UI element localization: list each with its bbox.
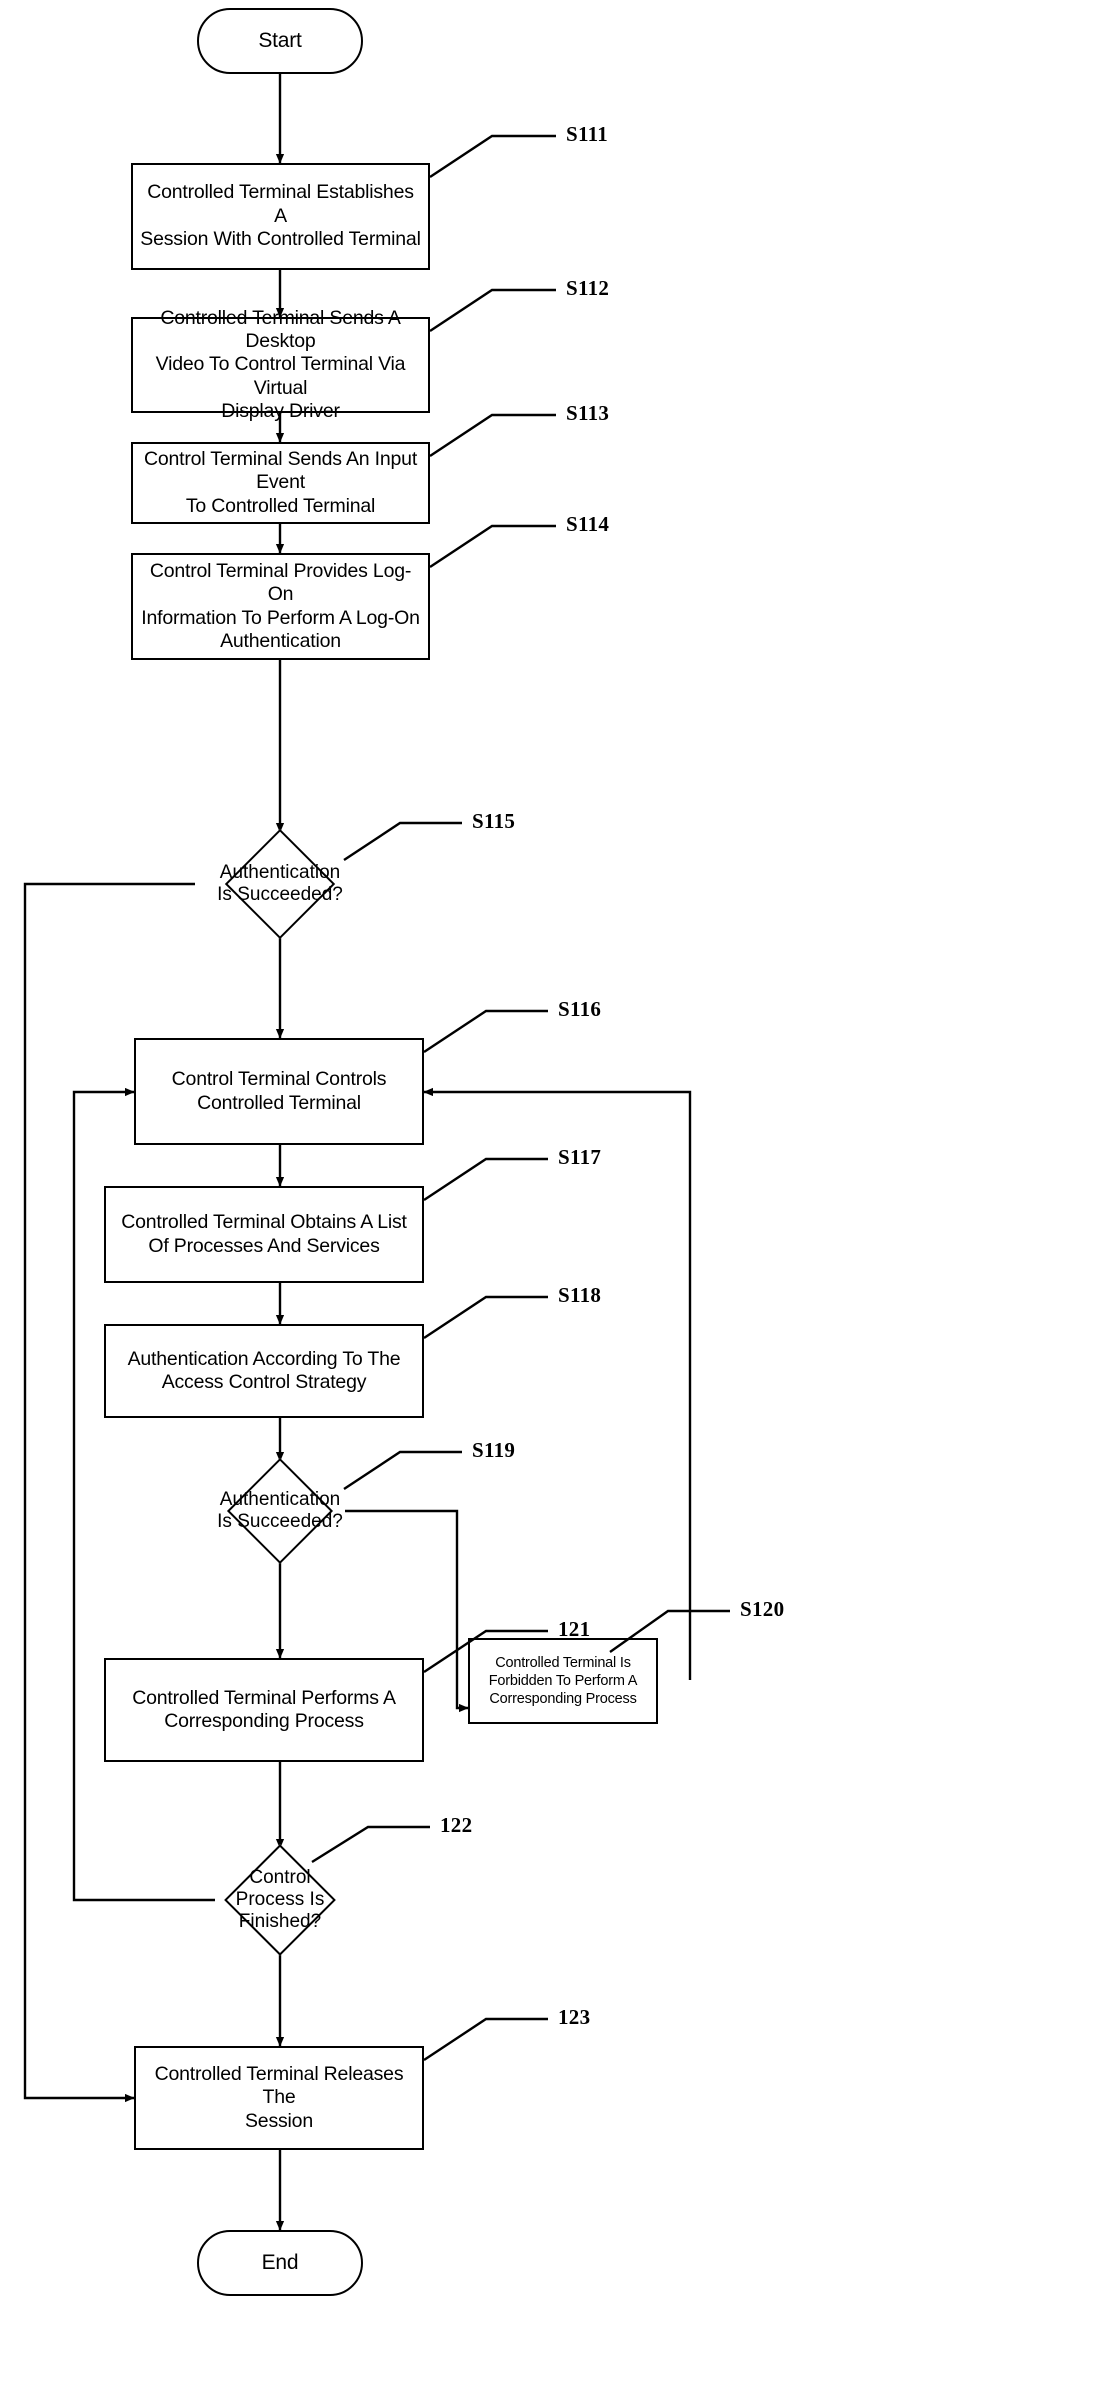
callout-s117: S117 xyxy=(558,1145,602,1169)
callout-s115: S115 xyxy=(472,809,516,833)
callout-s119: S119 xyxy=(472,1438,516,1462)
flowchart-canvas: Start End Controlled Terminal Establishe… xyxy=(0,0,1111,2386)
callout-s114: S114 xyxy=(566,512,610,536)
callout-s118: S118 xyxy=(558,1283,602,1307)
callout-121: 121 xyxy=(558,1617,591,1641)
callout-122: 122 xyxy=(440,1813,473,1837)
callout-s112: S112 xyxy=(566,276,610,300)
callout-leader-layer xyxy=(311,134,730,2062)
callout-s116: S116 xyxy=(558,997,602,1021)
callout-123: 123 xyxy=(558,2005,591,2029)
callout-s120: S120 xyxy=(740,1597,785,1621)
callout-s111: S111 xyxy=(566,122,609,146)
callout-s113: S113 xyxy=(566,401,610,425)
